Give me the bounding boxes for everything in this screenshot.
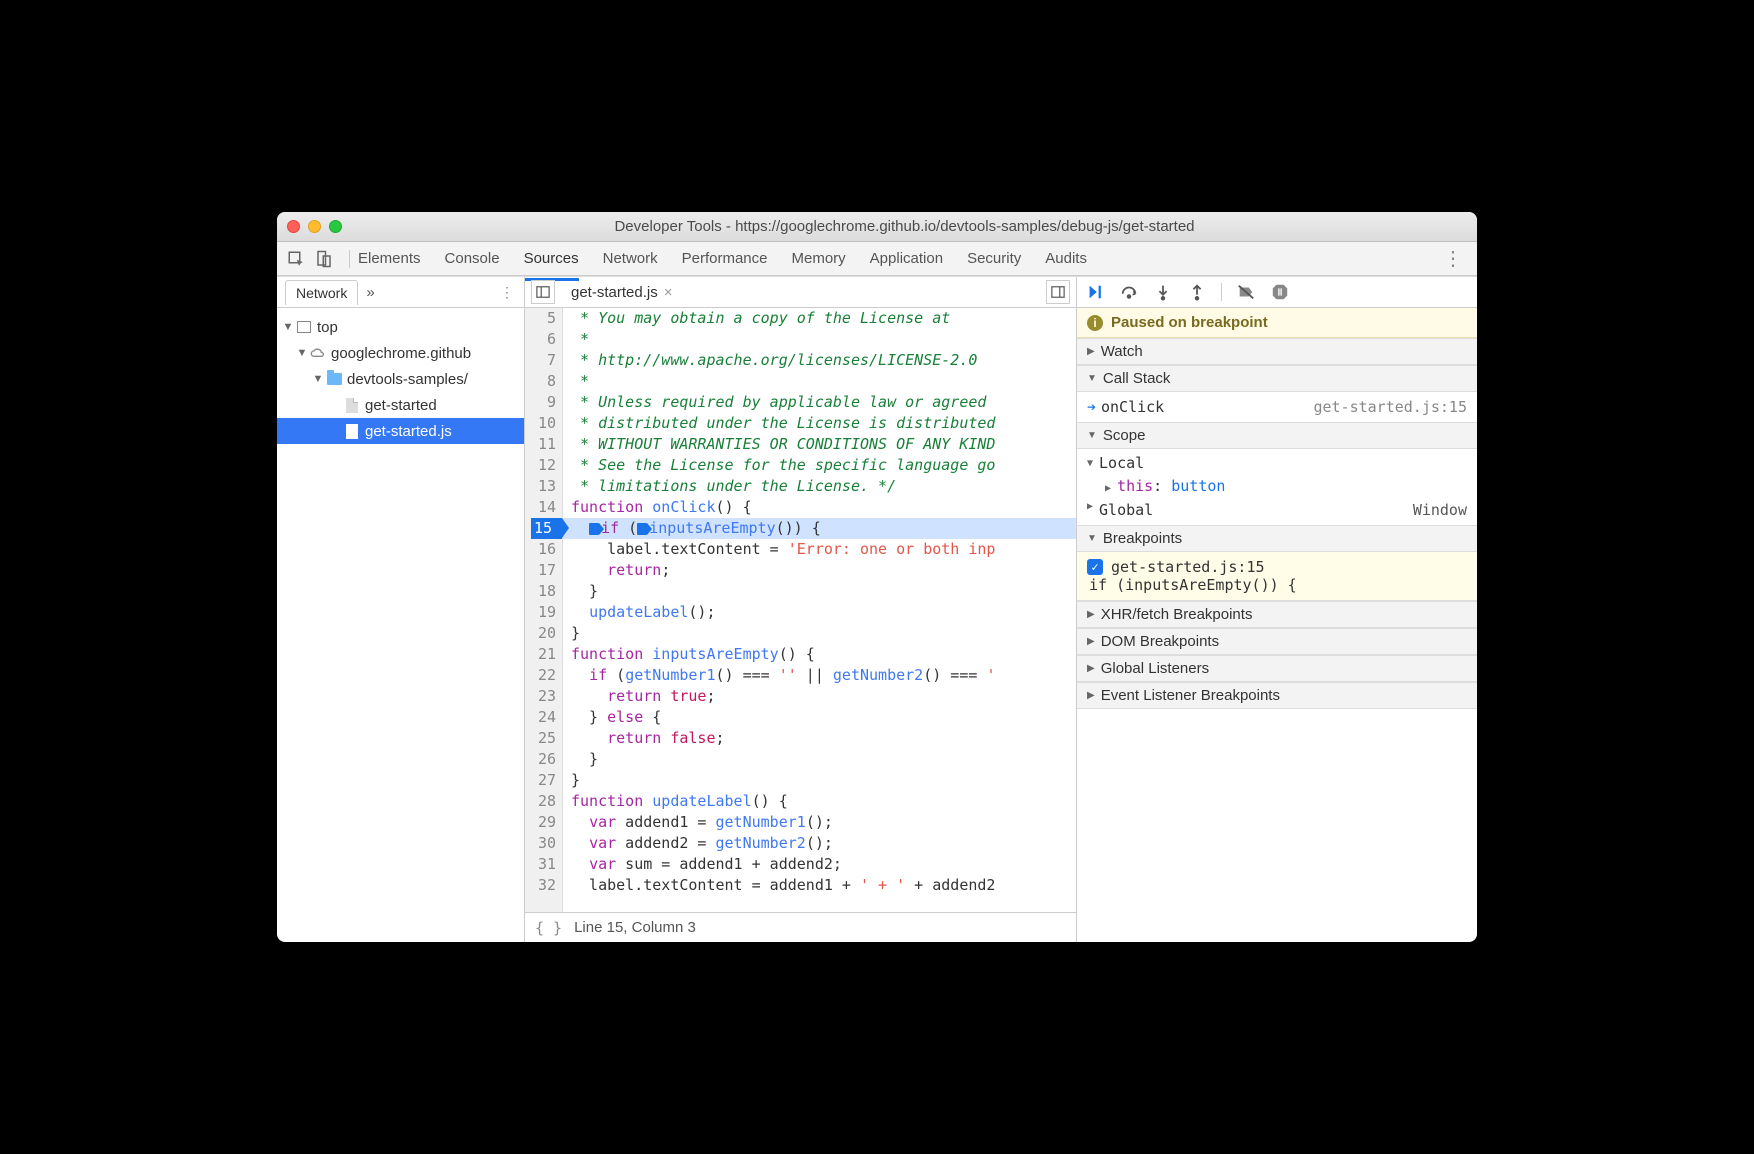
panel-tab-memory[interactable]: Memory <box>792 244 846 273</box>
devtools-window: Developer Tools - https://googlechrome.g… <box>277 212 1477 942</box>
panel-tab-performance[interactable]: Performance <box>682 244 768 273</box>
js-file-icon <box>343 423 361 439</box>
navigator-pane: Network » ⋮ ▼ top ▼ googlechrome.github … <box>277 277 525 942</box>
global-listeners-section[interactable]: ▶Global Listeners <box>1077 655 1477 682</box>
close-tab-icon[interactable]: × <box>664 284 673 301</box>
xhr-breakpoints-section[interactable]: ▶XHR/fetch Breakpoints <box>1077 601 1477 628</box>
event-listener-breakpoints-section[interactable]: ▶Event Listener Breakpoints <box>1077 682 1477 709</box>
panel-tab-audits[interactable]: Audits <box>1045 244 1087 273</box>
callstack-frame[interactable]: ➔ onClick get-started.js:15 <box>1077 394 1477 420</box>
breakpoint-item[interactable]: ✓ get-started.js:15 if (inputsAreEmpty()… <box>1077 552 1477 601</box>
scope-local[interactable]: ▼Local <box>1077 451 1477 475</box>
navigator-subtabs: Network » ⋮ <box>277 277 524 308</box>
info-icon: i <box>1087 315 1103 331</box>
breakpoint-checkbox[interactable]: ✓ <box>1087 559 1103 575</box>
zoom-window-button[interactable] <box>329 220 342 233</box>
editor-pane: get-started.js × 56789101112131415161718… <box>525 277 1077 942</box>
panel-tab-security[interactable]: Security <box>967 244 1021 273</box>
close-window-button[interactable] <box>287 220 300 233</box>
panel-tab-network[interactable]: Network <box>603 244 658 273</box>
code-editor[interactable]: 5678910111213141516171819202122232425262… <box>525 308 1076 912</box>
main-toolbar: ElementsConsoleSourcesNetworkPerformance… <box>277 242 1477 276</box>
device-toggle-icon[interactable] <box>313 248 335 270</box>
line-gutter[interactable]: 5678910111213141516171819202122232425262… <box>525 308 563 912</box>
scope-section[interactable]: ▼Scope <box>1077 422 1477 449</box>
dom-breakpoints-section[interactable]: ▶DOM Breakpoints <box>1077 628 1477 655</box>
pause-on-exceptions-icon[interactable] <box>1270 282 1290 302</box>
tree-top-frame[interactable]: ▼ top <box>277 314 524 340</box>
cursor-position: Line 15, Column 3 <box>574 919 696 936</box>
cloud-icon <box>309 345 327 361</box>
current-frame-icon: ➔ <box>1087 398 1101 416</box>
watch-section[interactable]: ▶Watch <box>1077 338 1477 365</box>
paused-banner: i Paused on breakpoint <box>1077 308 1477 338</box>
deactivate-breakpoints-icon[interactable] <box>1236 282 1256 302</box>
panel-tabs: ElementsConsoleSourcesNetworkPerformance… <box>358 244 1437 273</box>
step-over-icon[interactable] <box>1119 282 1139 302</box>
resume-icon[interactable] <box>1085 282 1105 302</box>
window-title: Developer Tools - https://googlechrome.g… <box>342 218 1467 235</box>
file-tree: ▼ top ▼ googlechrome.github ▼ devtools-s… <box>277 308 524 450</box>
debugger-pane: i Paused on breakpoint ▶Watch ▼Call Stac… <box>1077 277 1477 942</box>
toggle-debugger-icon[interactable] <box>1046 280 1070 304</box>
code-content[interactable]: * You may obtain a copy of the License a… <box>563 308 1076 912</box>
editor-status-bar: { } Line 15, Column 3 <box>525 912 1076 942</box>
inspect-icon[interactable] <box>285 248 307 270</box>
toggle-navigator-icon[interactable] <box>531 280 555 304</box>
tree-file-html[interactable]: get-started <box>277 392 524 418</box>
traffic-lights <box>287 220 342 233</box>
navigator-more-icon[interactable]: ⋮ <box>494 284 520 301</box>
navigator-tab-network[interactable]: Network <box>285 280 358 305</box>
callstack-section[interactable]: ▼Call Stack <box>1077 365 1477 392</box>
folder-icon <box>325 371 343 387</box>
tree-folder[interactable]: ▼ devtools-samples/ <box>277 366 524 392</box>
debugger-toolbar <box>1077 277 1477 308</box>
editor-tabs: get-started.js × <box>525 277 1076 308</box>
frame-icon <box>295 319 313 335</box>
minimize-window-button[interactable] <box>308 220 321 233</box>
file-icon <box>343 397 361 413</box>
scope-this[interactable]: ▶ this: button <box>1077 475 1477 497</box>
pretty-print-icon[interactable]: { } <box>535 919 562 937</box>
panel-tab-console[interactable]: Console <box>445 244 500 273</box>
editor-tab[interactable]: get-started.js × <box>563 280 680 305</box>
tree-file-js[interactable]: get-started.js <box>277 418 524 444</box>
tree-origin[interactable]: ▼ googlechrome.github <box>277 340 524 366</box>
navigator-tab-more-icon[interactable]: » <box>366 284 374 301</box>
scope-global[interactable]: ▶GlobalWindow <box>1077 497 1477 523</box>
more-menu-icon[interactable]: ⋮ <box>1437 246 1469 271</box>
step-into-icon[interactable] <box>1153 282 1173 302</box>
breakpoints-section[interactable]: ▼Breakpoints <box>1077 525 1477 552</box>
panel-tab-application[interactable]: Application <box>870 244 943 273</box>
panel-tab-elements[interactable]: Elements <box>358 244 421 273</box>
step-out-icon[interactable] <box>1187 282 1207 302</box>
titlebar: Developer Tools - https://googlechrome.g… <box>277 212 1477 242</box>
